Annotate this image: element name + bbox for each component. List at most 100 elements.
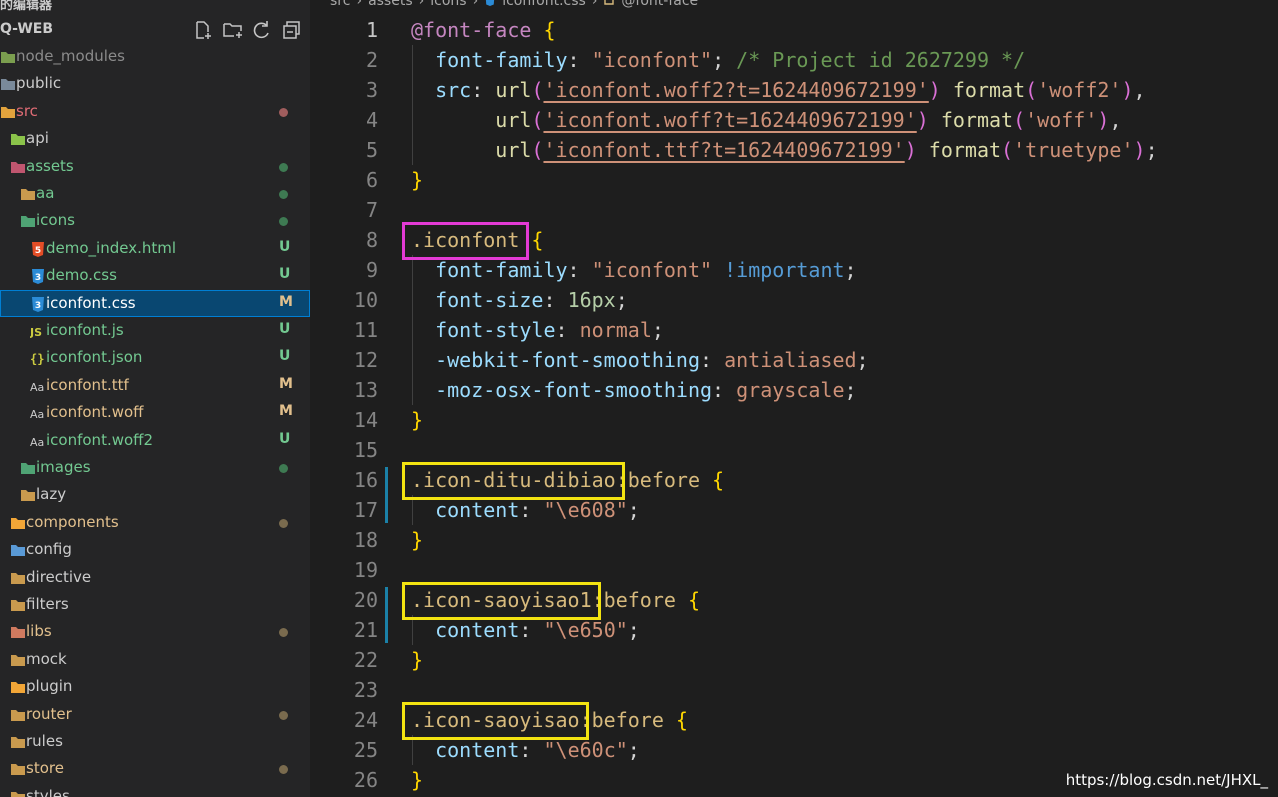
tree-item[interactable]: Aa iconfont.woff M <box>0 399 310 426</box>
code-token: -moz-osx-font-smoothing <box>435 378 713 402</box>
tree-item[interactable]: 3 iconfont.css M <box>0 289 310 317</box>
tree-item[interactable]: src <box>0 98 310 125</box>
code-line[interactable]: 7 <box>310 195 1278 225</box>
tree-item[interactable]: Aa iconfont.ttf M <box>0 372 310 399</box>
code-line[interactable]: 2 font-family: "iconfont"; /* Project id… <box>310 45 1278 75</box>
tree-item[interactable]: plugin <box>0 673 310 700</box>
code-token: { <box>543 18 556 42</box>
tree-item[interactable]: libs <box>0 618 310 645</box>
svg-text:Aa: Aa <box>30 436 44 449</box>
code-line[interactable]: 14} <box>310 405 1278 435</box>
json-file-icon: {} <box>30 350 46 366</box>
explorer-header-label: 的编辑器 <box>0 0 53 13</box>
tree-item[interactable]: rules <box>0 728 310 755</box>
tree-item[interactable]: {} iconfont.json U <box>0 344 310 371</box>
tree-item-label: aa <box>36 184 55 202</box>
git-status-dot <box>279 628 288 638</box>
js-file-icon: JS <box>29 323 46 339</box>
line-number: 22 <box>353 648 378 672</box>
folder-icon <box>10 515 26 531</box>
tree-item[interactable]: 5 demo_index.html U <box>0 235 310 262</box>
code-line[interactable]: 15 <box>310 435 1278 465</box>
folder-icon <box>20 186 36 202</box>
tree-item[interactable]: filters <box>0 591 310 618</box>
code-line[interactable]: 5 url('iconfont.ttf?t=1624409672199') fo… <box>310 135 1278 165</box>
tree-item[interactable]: router <box>0 701 310 728</box>
code-line[interactable]: 3 src: url('iconfont.woff2?t=16244096721… <box>310 75 1278 105</box>
tree-item[interactable]: styles <box>0 783 310 797</box>
refresh-icon[interactable] <box>251 19 273 41</box>
code-token: url <box>495 138 532 162</box>
folder-icon <box>10 652 26 668</box>
tree-item[interactable]: store <box>0 755 310 782</box>
font-file-icon: Aa <box>30 433 46 449</box>
css-file-icon: 3 <box>30 296 46 312</box>
tree-item[interactable]: public <box>0 70 310 97</box>
new-file-icon[interactable] <box>192 19 214 41</box>
tree-item[interactable]: 3 demo.css U <box>0 262 310 289</box>
code-line[interactable]: 6} <box>310 165 1278 195</box>
code-token: : <box>700 348 725 372</box>
code-token: "\e60c" <box>543 738 628 762</box>
tree-item[interactable]: aa <box>0 180 310 207</box>
code-token: ( <box>1013 108 1026 132</box>
code-line[interactable]: 19 <box>310 555 1278 585</box>
code-editor[interactable]: 1 @font-face {2 font-family: "iconfont"; … <box>310 0 1278 797</box>
tree-item[interactable]: config <box>0 536 310 563</box>
code-token: : <box>519 498 544 522</box>
code-line[interactable]: 13 -moz-osx-font-smoothing: grayscale; <box>310 375 1278 405</box>
tree-item[interactable]: assets <box>0 153 310 180</box>
tree-item[interactable]: Aa iconfont.woff2 U <box>0 427 310 454</box>
code-token: 'iconfont.ttf?t=1624409672199' <box>543 138 905 162</box>
code-line[interactable]: 12 -webkit-font-smoothing: antialiased; <box>310 345 1278 375</box>
code-line[interactable]: 23 <box>310 675 1278 705</box>
tree-item[interactable]: icons <box>0 207 310 234</box>
line-number: 4 <box>365 108 378 132</box>
code-token: 'iconfont.woff?t=1624409672199' <box>543 108 917 132</box>
tree-item[interactable]: node_modules <box>0 43 310 70</box>
git-status-badge: M <box>279 293 293 310</box>
tree-item[interactable]: images <box>0 454 310 481</box>
explorer-project-row[interactable]: Q-WEB <box>0 17 310 43</box>
tree-item-label: icons <box>36 211 75 230</box>
code-line[interactable]: 1 @font-face { <box>310 15 1278 45</box>
tree-item[interactable]: components <box>0 509 310 536</box>
code-token: } <box>411 168 424 192</box>
new-folder-icon[interactable] <box>222 19 244 41</box>
line-code: -webkit-font-smoothing: antialiased; <box>411 345 869 375</box>
tree-item[interactable]: lazy <box>0 481 310 508</box>
code-line[interactable]: 22} <box>310 645 1278 675</box>
tree-item-label: iconfont.woff <box>46 403 144 422</box>
tree-item[interactable]: directive <box>0 564 310 591</box>
tree-item[interactable]: mock <box>0 646 310 673</box>
code-line[interactable]: 10 font-size: 16px; <box>310 285 1278 315</box>
code-line[interactable]: 11 font-style: normal; <box>310 315 1278 345</box>
line-number: 21 <box>353 618 378 642</box>
code-token: : <box>555 318 580 342</box>
code-token: ; <box>627 498 640 522</box>
folder-icon <box>20 487 36 503</box>
code-token: } <box>411 528 424 552</box>
tree-item-label: lazy <box>36 485 67 504</box>
tree-item-label: api <box>26 129 49 148</box>
code-token: "\e650" <box>543 618 628 642</box>
code-token: 'woff' <box>1025 108 1098 132</box>
line-number: 26 <box>353 768 378 792</box>
tree-item[interactable]: api <box>0 125 310 152</box>
tree-item-label: libs <box>26 622 52 641</box>
svg-text:JS: JS <box>30 326 42 339</box>
line-code: font-style: normal; <box>411 315 664 345</box>
code-token: ; <box>615 288 628 312</box>
collapse-all-icon[interactable] <box>281 19 303 41</box>
highlight-box <box>402 462 626 500</box>
code-line[interactable]: 4 url('iconfont.woff?t=1624409672199') f… <box>310 105 1278 135</box>
tree-item[interactable]: JS iconfont.js U <box>0 317 310 344</box>
code-line[interactable]: 18} <box>310 525 1278 555</box>
